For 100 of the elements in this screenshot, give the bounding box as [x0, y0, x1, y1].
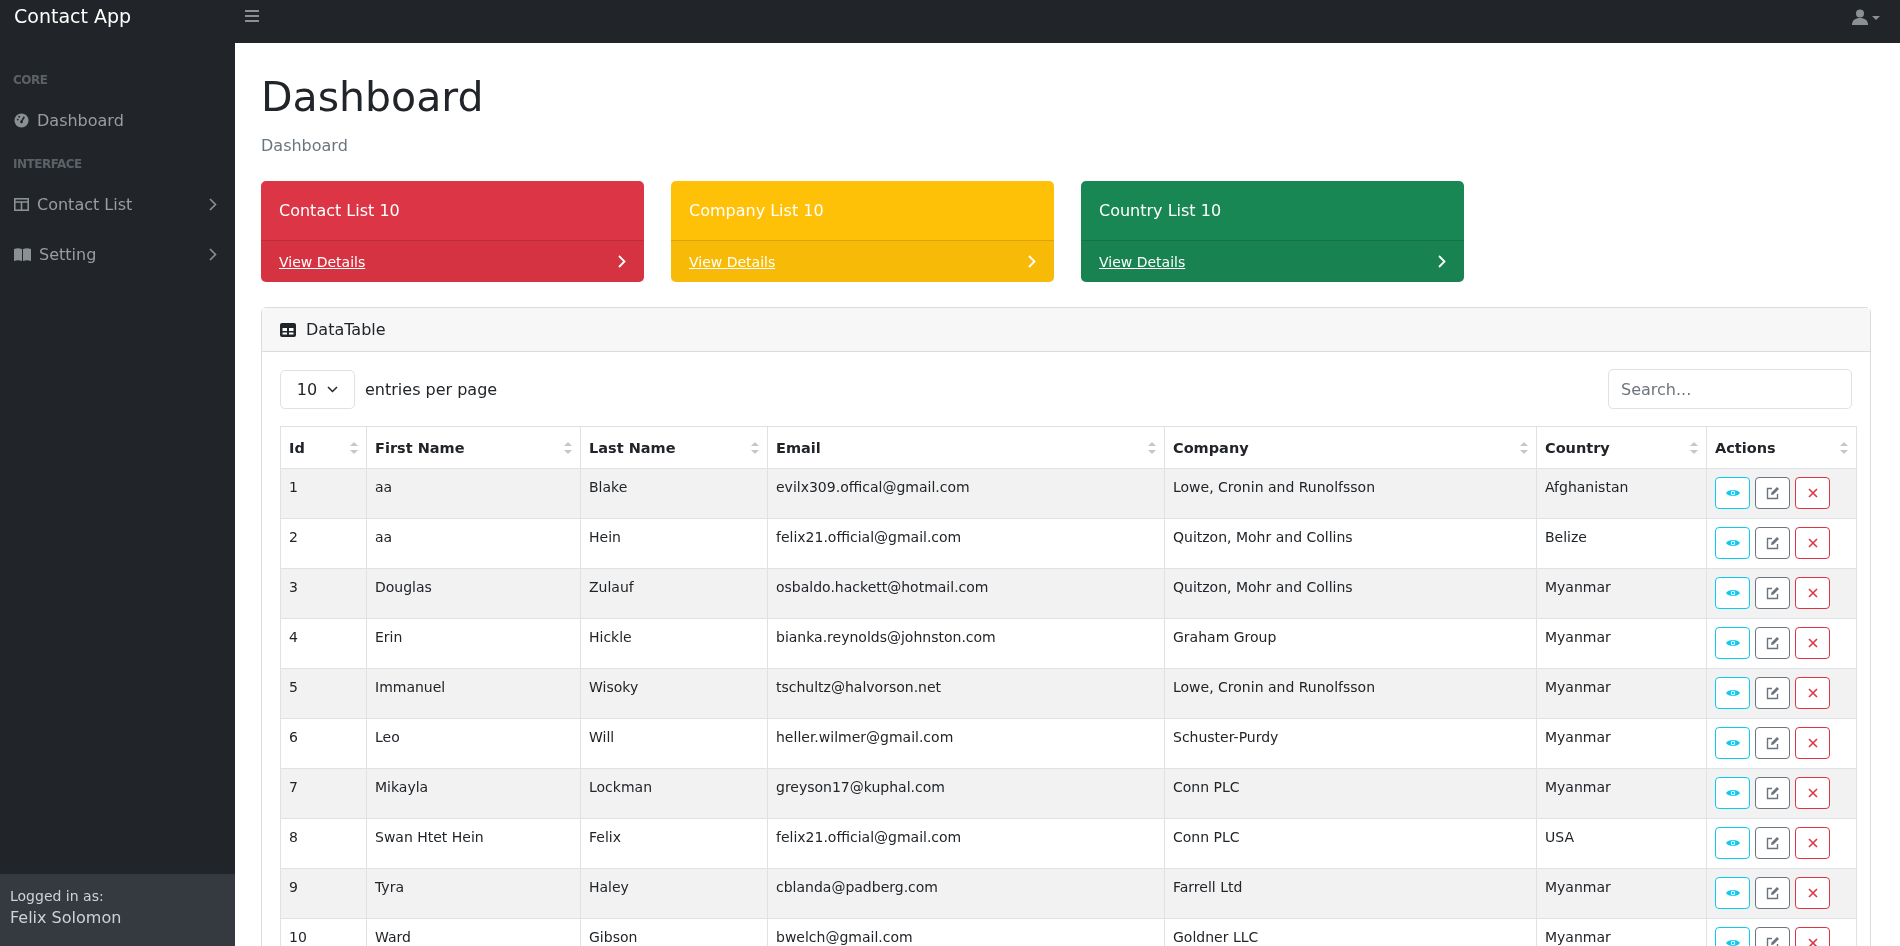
table-cell: Myanmar	[1536, 768, 1707, 819]
sidebar-heading: CORE	[12, 73, 49, 87]
table-cell: Afghanistan	[1536, 468, 1707, 519]
table-cell: heller.wilmer@gmail.com	[767, 718, 1165, 769]
table-cell: Lockman	[580, 768, 768, 819]
page-title: Dashboard	[261, 73, 485, 123]
table-cell: 1	[280, 468, 367, 519]
table-cell: Mikayla	[366, 768, 581, 819]
close-icon	[1807, 538, 1818, 549]
table-cell: Quitzon, Mohr and Collins	[1164, 518, 1537, 569]
close-icon	[1807, 738, 1818, 749]
table-cell: Myanmar	[1536, 718, 1707, 769]
menu-icon[interactable]	[245, 9, 259, 22]
table-cell: Graham Group	[1164, 618, 1537, 669]
edit-button[interactable]	[1755, 877, 1790, 910]
table-cell: Belize	[1536, 518, 1707, 569]
chevron-right-icon	[209, 197, 217, 211]
edit-button[interactable]	[1755, 677, 1790, 710]
table-cell: bianka.reynolds@johnston.com	[767, 618, 1165, 669]
table-cell: Wisoky	[580, 668, 768, 719]
panel-title: DataTable	[306, 320, 386, 340]
column-header[interactable]: Actions	[1706, 426, 1857, 469]
sidebar-item[interactable]: Contact List	[0, 191, 235, 217]
table-cell: osbaldo.hackett@hotmail.com	[767, 568, 1165, 619]
table-cell: tschultz@halvorson.net	[767, 668, 1165, 719]
table-cell: 7	[280, 768, 367, 819]
edit-button[interactable]	[1755, 477, 1790, 510]
delete-button[interactable]	[1795, 527, 1830, 560]
sidebar-item[interactable]: Dashboard	[0, 107, 235, 133]
close-icon	[1807, 938, 1818, 946]
column-header[interactable]: Country	[1536, 426, 1707, 469]
eye-icon	[1725, 688, 1740, 699]
table-cell: Douglas	[366, 568, 581, 619]
logged-in-caption: Logged in as:	[10, 888, 105, 904]
delete-button[interactable]	[1795, 677, 1830, 710]
sort-icon	[1690, 440, 1698, 455]
table-cell: aa	[366, 518, 581, 569]
delete-button[interactable]	[1795, 577, 1830, 610]
table-cell: Hickle	[580, 618, 768, 669]
table-cell: Schuster-Purdy	[1164, 718, 1537, 769]
eye-icon	[1725, 538, 1740, 549]
table-cell: felix21.official@gmail.com	[767, 518, 1165, 569]
table-cell: felix21.official@gmail.com	[767, 818, 1165, 869]
edit-button[interactable]	[1755, 727, 1790, 760]
edit-icon	[1766, 536, 1779, 550]
table-cell: Conn PLC	[1164, 818, 1537, 869]
table-cell: Conn PLC	[1164, 768, 1537, 819]
user-name: Felix Solomon	[10, 908, 123, 927]
view-details-link[interactable]: View Details	[279, 253, 366, 270]
edit-icon	[1766, 586, 1779, 600]
sort-icon	[1840, 440, 1848, 455]
view-details-link[interactable]: View Details	[1099, 253, 1186, 270]
delete-button[interactable]	[1795, 827, 1830, 860]
table-cell: Quitzon, Mohr and Collins	[1164, 568, 1537, 619]
column-header[interactable]: First Name	[366, 426, 581, 469]
eye-icon	[1725, 938, 1740, 946]
table-cell: Myanmar	[1536, 618, 1707, 669]
sort-icon	[350, 440, 358, 455]
table-cell: Myanmar	[1536, 868, 1707, 919]
table-cell: 6	[280, 718, 367, 769]
app-brand[interactable]: Contact App	[14, 4, 245, 27]
search-field[interactable]: Search...	[1608, 369, 1852, 410]
columns-icon	[14, 197, 29, 211]
edit-button[interactable]	[1755, 627, 1790, 660]
column-header[interactable]: Id	[280, 426, 367, 469]
edit-button[interactable]	[1755, 827, 1790, 860]
edit-icon	[1766, 486, 1779, 500]
chevron-right-icon	[618, 255, 626, 269]
gauge-icon	[14, 112, 29, 128]
table-cell: Myanmar	[1536, 568, 1707, 619]
table-cell: cblanda@padberg.com	[767, 868, 1165, 919]
table-cell: 2	[280, 518, 367, 569]
table-cell: Swan Htet Hein	[366, 818, 581, 869]
table-cell: Zulauf	[580, 568, 768, 619]
sort-icon	[564, 440, 572, 455]
edit-icon	[1766, 886, 1779, 900]
card-title: Contact List 10	[261, 181, 644, 242]
user-menu-icon[interactable]	[1852, 8, 1882, 25]
column-header[interactable]: Last Name	[580, 426, 768, 469]
sidebar-heading: INTERFACE	[12, 157, 83, 171]
table-cell: Haley	[580, 868, 768, 919]
edit-button[interactable]	[1755, 527, 1790, 560]
delete-button[interactable]	[1795, 877, 1830, 910]
sidebar-item[interactable]: Setting	[0, 241, 235, 267]
table-cell: Leo	[366, 718, 581, 769]
edit-button[interactable]	[1755, 777, 1790, 810]
per-page-select[interactable]: 10	[280, 369, 355, 409]
close-icon	[1807, 838, 1818, 849]
table-cell: 4	[280, 618, 367, 669]
delete-button[interactable]	[1795, 727, 1830, 760]
sort-icon	[1520, 440, 1528, 455]
delete-button[interactable]	[1795, 627, 1830, 660]
edit-icon	[1766, 936, 1779, 946]
column-header[interactable]: Company	[1164, 426, 1537, 469]
eye-icon	[1725, 638, 1740, 649]
delete-button[interactable]	[1795, 477, 1830, 510]
table-cell: 9	[280, 868, 367, 919]
edit-button[interactable]	[1755, 577, 1790, 610]
delete-button[interactable]	[1795, 777, 1830, 810]
column-header[interactable]: Email	[767, 426, 1165, 469]
